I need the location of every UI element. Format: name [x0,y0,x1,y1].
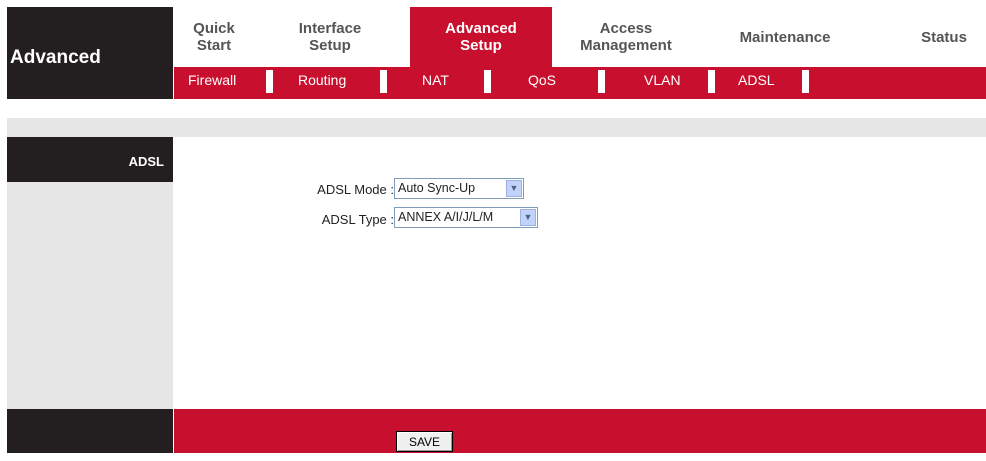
sub-nav: Firewall Routing NAT QoS VLAN ADSL [174,67,986,99]
sub-nav-divider [708,70,715,93]
adsl-type-value: ANNEX A/I/J/L/M [398,210,494,224]
adsl-mode-row: ADSL Mode : [174,178,394,202]
brand-title: Advanced [10,47,101,68]
adsl-mode-value: Auto Sync-Up [398,181,476,195]
sub-nav-divider [266,70,273,93]
chevron-down-icon: ▼ [506,180,522,197]
adsl-type-select[interactable]: ANNEX A/I/J/L/M ▼ [394,207,538,228]
adsl-mode-select[interactable]: Auto Sync-Up ▼ [394,178,524,199]
sub-nav-divider [484,70,491,93]
main-nav: Quick Start Interface Setup Advanced Set… [174,7,986,67]
sub-tab-qos[interactable]: QoS [528,67,556,93]
footer-bar [174,409,986,453]
adsl-mode-label: ADSL Mode : [317,182,394,197]
divider-strip [7,118,986,137]
tab-maintenance[interactable]: Maintenance [720,7,850,67]
tab-quick-start[interactable]: Quick Start [174,7,254,67]
adsl-type-row: ADSL Type : [174,208,394,232]
sub-nav-divider [380,70,387,93]
sub-tab-vlan[interactable]: VLAN [644,67,681,93]
tab-advanced-setup[interactable]: Advanced Setup [410,7,552,67]
sub-tab-routing[interactable]: Routing [298,67,346,93]
sub-nav-divider [802,70,809,93]
sub-nav-divider [598,70,605,93]
save-button[interactable]: SAVE [396,431,453,452]
footer-left [7,409,173,453]
sub-tab-nat[interactable]: NAT [422,67,449,93]
section-title: ADSL [7,137,173,182]
brand-panel: Advanced [7,7,173,99]
tab-interface-setup[interactable]: Interface Setup [282,7,378,67]
chevron-down-icon: ▼ [520,209,536,226]
adsl-type-label: ADSL Type : [321,212,394,227]
tab-access-management[interactable]: Access Management [552,7,700,67]
sub-tab-adsl[interactable]: ADSL [738,67,775,93]
tab-status[interactable]: Status [902,7,986,67]
sub-tab-firewall[interactable]: Firewall [188,67,236,93]
